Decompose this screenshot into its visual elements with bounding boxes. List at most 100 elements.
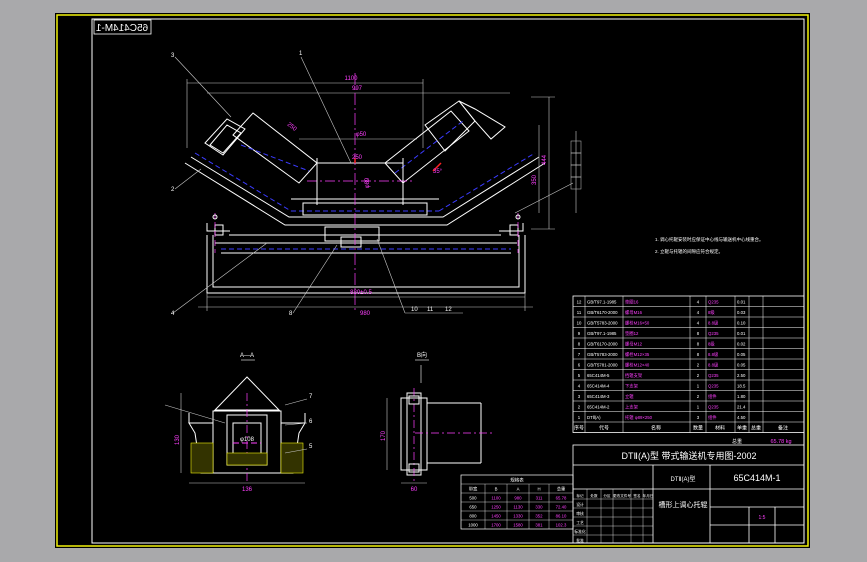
specs-cell: 1330	[513, 514, 523, 519]
parts-cell: 3	[578, 394, 581, 399]
parts-cell: 0.01	[737, 300, 746, 305]
series-title: DTⅡ(A)型 带式输送机专用图-2002	[622, 450, 757, 461]
dim-height-mid: 350	[532, 174, 538, 185]
parts-cell: 螺栓M12×40	[625, 362, 650, 369]
specs-title: 规格表	[510, 477, 524, 484]
footer-header-cell: 年月日	[643, 493, 654, 498]
specs-cell: 1130	[513, 505, 523, 510]
parts-cell: 0.05	[737, 352, 746, 357]
main-front-view	[172, 56, 582, 314]
parts-cell: GB/T97.1-1985	[587, 331, 617, 336]
parts-cell: 8	[697, 342, 700, 347]
parts-cell: 10	[577, 321, 582, 326]
parts-cell: 65C414M-5	[587, 373, 610, 378]
callout-10: 10	[411, 307, 418, 313]
parts-cell: 螺栓M12×35	[625, 351, 650, 358]
footer-header-cell: 分区	[603, 493, 611, 498]
specs-cell: 1250	[491, 505, 501, 510]
dim-base-length: 880±0.5	[350, 290, 372, 296]
role-cell: 标准化	[574, 529, 586, 534]
specs-cell: 1700	[491, 523, 501, 528]
specs-header-cell: 带宽	[469, 486, 478, 493]
parts-header-cell: 序号	[574, 425, 584, 432]
callout-7: 7	[309, 394, 313, 400]
parts-cell: 1	[697, 384, 700, 389]
parts-cell: 0.01	[737, 331, 746, 336]
dim-side-label: 250	[286, 122, 298, 133]
specs-header-cell: H	[537, 487, 540, 492]
footer-header-cell: 更改文件号	[613, 493, 631, 498]
specs-cell: 330	[535, 505, 543, 510]
parts-list-table: 12 GB/T97.1-1985 垫圈16 4 Q235 0.0111 GB/T6170-2…	[572, 295, 805, 433]
parts-cell: 2	[697, 363, 700, 368]
parts-header-cell: 代号	[599, 425, 609, 432]
dim-detail-height: 130	[175, 434, 181, 445]
parts-cell: GB/T97.1-1985	[587, 300, 617, 305]
parts-cell: 2.50	[737, 373, 746, 378]
callout-5: 5	[309, 444, 313, 450]
role-cell: 工艺	[576, 520, 584, 525]
specs-header-cell: 总重	[557, 486, 566, 492]
specs-table: 规格表带宽 B A H 总重 500 1100 980 311 65.78 650 1250 1130 3…	[460, 474, 574, 530]
parts-cell: 立辊	[625, 393, 634, 400]
note-2: 2. 立辊与托辊的间隙应符合规定。	[655, 248, 723, 255]
parts-header-cell: 单重	[737, 425, 747, 432]
specs-cell: 1100	[491, 496, 501, 501]
parts-cell: 组件	[708, 414, 717, 421]
parts-cell: GB/T5783-2000	[587, 352, 618, 357]
parts-cell: 1	[578, 415, 581, 420]
parts-cell: 9	[578, 331, 581, 336]
parts-cell: 0.05	[737, 363, 746, 368]
dim-detail-width: 136	[242, 487, 253, 493]
parts-cell: 8.8级	[708, 320, 719, 327]
parts-cell: 垫圈16	[625, 299, 639, 306]
parts-header-cell: 材料	[715, 425, 725, 432]
parts-cell: 托辊 φ89×250	[625, 414, 653, 421]
side-view-labels: B向 170 60	[381, 351, 427, 493]
parts-cell: 6	[578, 363, 581, 368]
parts-cell: 上支架	[625, 404, 639, 411]
parts-cell: 垫圈12	[625, 330, 639, 337]
parts-cell: GB/T6170-2000	[587, 342, 618, 347]
callout-2: 2	[171, 187, 175, 193]
parts-cell: GB/T5781-2000	[587, 363, 618, 368]
specs-cell: 1000	[468, 523, 478, 528]
specs-cell: 381	[535, 523, 543, 528]
specs-cell: 65.78	[556, 496, 567, 501]
parts-cell: 4.50	[737, 415, 746, 420]
parts-cell: GB/T5783-2000	[587, 321, 618, 326]
parts-cell: 8	[697, 331, 700, 336]
parts-cell: 2	[578, 405, 581, 410]
dim-base-width: 980	[360, 311, 371, 317]
parts-cell: 2	[697, 373, 700, 378]
footer-header-cell: 标记	[576, 493, 584, 498]
parts-cell: 2	[697, 394, 700, 399]
parts-cell: 下支架	[625, 383, 639, 390]
parts-cell: Q235	[708, 405, 719, 410]
specs-cell: 102.3	[556, 523, 567, 528]
specs-cell: 1580	[513, 523, 523, 528]
parts-cell: Q235	[708, 373, 719, 378]
parts-cell: 8.8级	[708, 351, 719, 358]
dim-side-height: 170	[381, 430, 387, 441]
specs-cell: 1450	[491, 514, 501, 519]
parts-cell: 4	[578, 384, 581, 389]
parts-cell: 8	[697, 352, 700, 357]
dim-height-total: 444	[542, 154, 548, 165]
footer-header-cell: 签名	[633, 493, 641, 498]
parts-cell: 0.02	[737, 342, 746, 347]
drawing-standard: DTⅡ(A)型	[671, 475, 696, 483]
dim-overall-width: 1100	[345, 76, 359, 82]
role-cell: 批准	[576, 538, 584, 543]
drawing-code: 65C414M-1	[733, 473, 780, 483]
parts-cell: 65C414M-2	[587, 405, 610, 410]
scale-value: 1:5	[759, 515, 766, 521]
mass-value: 65.78 kg	[770, 439, 791, 445]
mirrored-code-box: 65C414M-1	[93, 19, 152, 35]
specs-cell: 352	[535, 514, 543, 519]
outer-frame	[56, 14, 809, 547]
mass-label: 总重	[732, 438, 742, 445]
specs-cell: 311	[536, 496, 543, 501]
dim-roller-dia: φ89	[365, 177, 371, 188]
dim-top-width: 997	[352, 86, 363, 92]
